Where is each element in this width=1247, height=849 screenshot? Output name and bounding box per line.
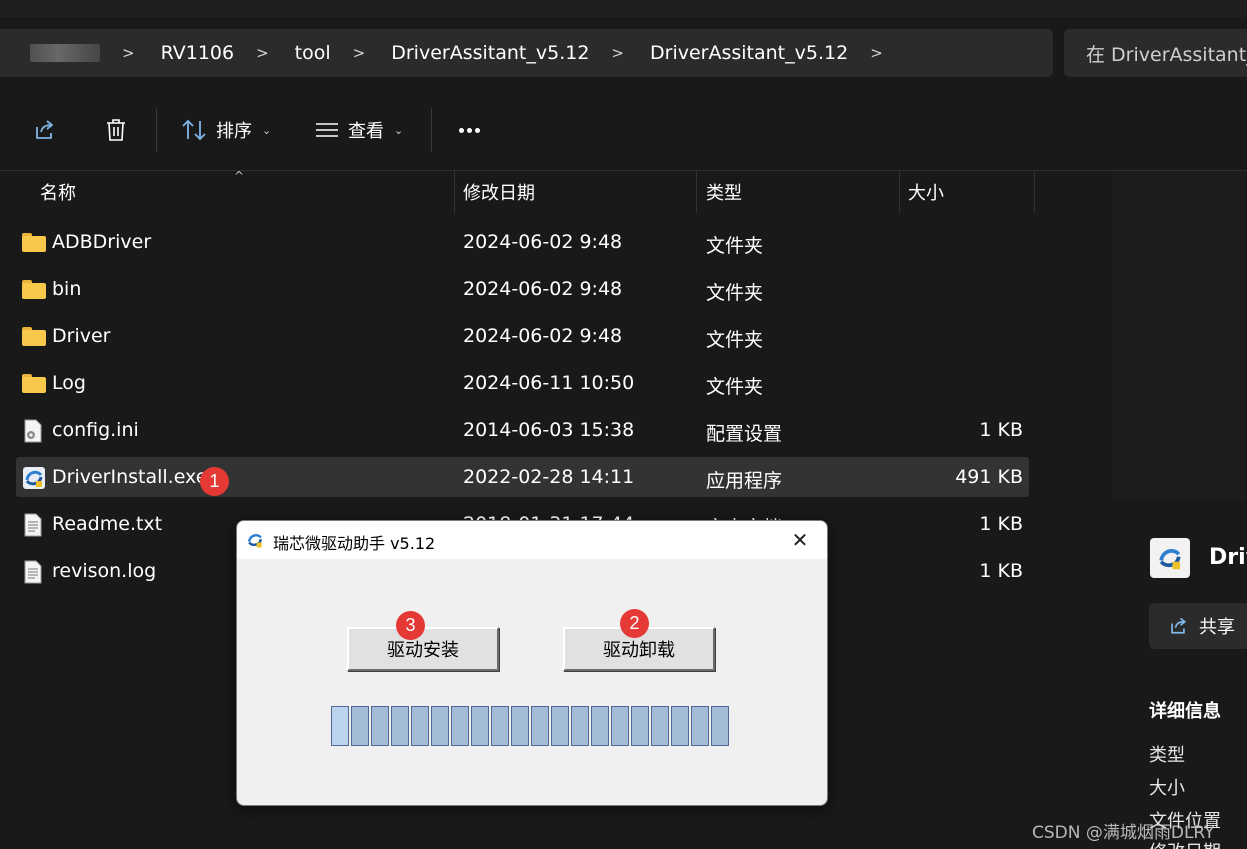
sort-ascending-icon: ^ (234, 169, 245, 183)
app-icon (1150, 538, 1190, 578)
toolbar-divider (156, 108, 157, 152)
view-button[interactable]: 查看 ⌄ (314, 112, 403, 148)
watermark: CSDN @满城烟雨DLRY (1032, 823, 1215, 843)
file-date: 2024-06-11 10:50 (463, 372, 635, 394)
more-options-button[interactable] (452, 112, 486, 148)
search-input[interactable]: 在 DriverAssitant_v5.12 中搜索 (1064, 29, 1247, 77)
file-size: 491 KB (955, 466, 1023, 488)
chevron-right-icon[interactable]: > (353, 44, 366, 62)
app-icon (22, 466, 46, 489)
file-row[interactable]: Driver 2024-06-02 9:48 文件夹 (16, 316, 1029, 356)
driver-assistant-dialog: 瑞芯微驱动助手 v5.12 ✕ 驱动安装 驱动卸载 (236, 520, 828, 806)
progress-bar (331, 706, 731, 748)
command-bar: 排序 ⌄ 查看 ⌄ (0, 100, 1247, 160)
detail-prop-label: 大小 (1149, 778, 1185, 799)
column-divider[interactable] (696, 171, 697, 213)
breadcrumb-item[interactable]: tool (295, 42, 331, 64)
breadcrumb-item[interactable]: DriverAssitant_v5.12 (391, 42, 589, 64)
file-row[interactable]: bin 2024-06-02 9:48 文件夹 (16, 269, 1029, 309)
chevron-down-icon: ⌄ (394, 123, 404, 137)
file-name: Log (52, 372, 86, 394)
chevron-right-icon[interactable]: > (256, 44, 269, 62)
sort-button[interactable]: 排序 ⌄ (180, 112, 271, 148)
folder-icon (22, 278, 46, 300)
column-divider[interactable] (899, 171, 900, 213)
file-type: 文件夹 (706, 376, 764, 398)
breadcrumb-hidden-segment (30, 44, 100, 62)
file-row[interactable]: ADBDriver 2024-06-02 9:48 文件夹 (16, 222, 1029, 262)
details-section-title: 详细信息 (1149, 701, 1221, 722)
file-name: Readme.txt (52, 513, 163, 535)
file-date: 2024-06-02 9:48 (463, 278, 623, 300)
settings-file-icon (22, 419, 46, 443)
column-divider[interactable] (1034, 171, 1035, 213)
column-header-size[interactable]: 大小 (908, 171, 944, 213)
chevron-right-icon[interactable]: > (870, 44, 883, 62)
file-name: DriverInstall.exe (52, 466, 208, 488)
file-type: 文件夹 (706, 235, 764, 257)
column-divider[interactable] (454, 171, 455, 213)
file-row[interactable]: config.ini 2014-06-03 15:38 配置设置 1 KB (16, 410, 1029, 450)
file-date: 2024-06-02 9:48 (463, 325, 623, 347)
share-icon (1171, 617, 1187, 634)
folder-icon (22, 325, 46, 347)
folder-icon (22, 231, 46, 253)
step-badge-1: 1 (200, 467, 229, 496)
dialog-titlebar[interactable]: 瑞芯微驱动助手 v5.12 ✕ (237, 521, 827, 559)
file-type: 文件夹 (706, 329, 764, 351)
chevron-right-icon[interactable]: > (611, 44, 624, 62)
share-label: 共享 (1199, 617, 1235, 638)
file-type: 配置设置 (706, 423, 783, 445)
step-badge-2: 2 (620, 609, 649, 638)
text-file-icon (22, 513, 46, 537)
file-date: 2024-06-02 9:48 (463, 231, 623, 253)
breadcrumb-item[interactable]: RV1106 (161, 42, 235, 64)
file-size: 1 KB (979, 419, 1023, 441)
text-file-icon (22, 560, 46, 584)
file-row-selected[interactable]: DriverInstall.exe 2022-02-28 14:11 应用程序 … (16, 457, 1029, 497)
chevron-down-icon: ⌄ (262, 123, 272, 137)
chevron-right-icon[interactable]: > (122, 44, 135, 62)
sort-label: 排序 (216, 121, 252, 142)
share-button[interactable]: 共享 (1149, 603, 1247, 649)
file-name: Driver (52, 325, 111, 347)
file-name: ADBDriver (52, 231, 152, 253)
preview-area (1113, 171, 1247, 501)
breadcrumb-item[interactable]: DriverAssitant_v5.12 (650, 42, 848, 64)
file-size: 1 KB (979, 560, 1023, 582)
dialog-title: 瑞芯微驱动助手 v5.12 (273, 534, 436, 553)
toolbar-divider (431, 108, 432, 152)
file-size: 1 KB (979, 513, 1023, 535)
file-type: 应用程序 (706, 470, 783, 492)
delete-icon[interactable] (100, 114, 132, 146)
address-bar[interactable]: > RV1106 > tool > DriverAssitant_v5.12 >… (0, 29, 1053, 77)
details-pane: Driv 共享 详细信息 类型 大小 文件位置 修改日期 (1113, 171, 1247, 849)
title-strip (0, 0, 1247, 17)
share-icon[interactable] (28, 114, 60, 146)
file-name: revison.log (52, 560, 157, 582)
column-header-type[interactable]: 类型 (706, 171, 742, 213)
folder-icon (22, 372, 46, 394)
column-header-date[interactable]: 修改日期 (463, 171, 535, 213)
column-header-name[interactable]: 名称 (40, 171, 76, 213)
view-label: 查看 (348, 121, 384, 142)
app-icon (245, 530, 265, 550)
file-date: 2014-06-03 15:38 (463, 419, 635, 441)
close-icon[interactable]: ✕ (785, 527, 815, 553)
install-driver-button[interactable]: 驱动安装 (347, 627, 499, 671)
step-badge-3: 3 (396, 611, 425, 640)
file-date: 2022-02-28 14:11 (463, 466, 635, 488)
sort-icon (182, 119, 206, 141)
detail-prop-label: 类型 (1149, 745, 1185, 766)
file-type: 文件夹 (706, 282, 764, 304)
file-row[interactable]: Log 2024-06-11 10:50 文件夹 (16, 363, 1029, 403)
view-icon (316, 123, 338, 137)
file-name: config.ini (52, 419, 139, 441)
file-name: bin (52, 278, 82, 300)
details-title: Driv (1209, 545, 1247, 570)
